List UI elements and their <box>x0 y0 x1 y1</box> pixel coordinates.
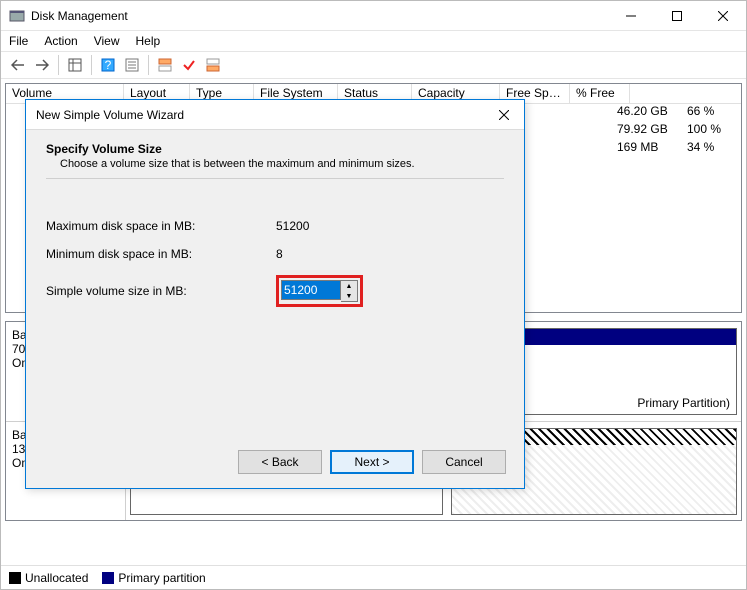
next-button[interactable]: Next > <box>330 450 414 474</box>
maximize-button[interactable] <box>654 1 700 31</box>
min-space-label: Minimum disk space in MB: <box>46 247 276 261</box>
minimize-button[interactable] <box>608 1 654 31</box>
spinner-down-button[interactable]: ▼ <box>341 291 357 301</box>
toolbar-separator <box>148 55 149 75</box>
forward-icon[interactable] <box>31 54 53 76</box>
dialog-subheading: Choose a volume size that is between the… <box>60 158 504 170</box>
cancel-button[interactable]: Cancel <box>422 450 506 474</box>
dialog-titlebar: New Simple Volume Wizard <box>26 100 524 130</box>
svg-text:?: ? <box>105 58 112 72</box>
toolbar: ? <box>1 51 746 79</box>
menu-view[interactable]: View <box>94 34 120 48</box>
list-bottom-icon[interactable] <box>202 54 224 76</box>
settings-icon[interactable] <box>121 54 143 76</box>
legend-label: Unallocated <box>25 571 88 585</box>
field-max-space: Maximum disk space in MB: 51200 <box>46 219 504 233</box>
field-min-space: Minimum disk space in MB: 8 <box>46 247 504 261</box>
legend-label: Primary partition <box>118 571 205 585</box>
dialog-heading: Specify Volume Size <box>46 142 504 156</box>
toolbar-separator <box>91 55 92 75</box>
layout-icon[interactable] <box>64 54 86 76</box>
min-space-value: 8 <box>276 247 283 261</box>
dialog-close-button[interactable] <box>484 100 524 130</box>
max-space-label: Maximum disk space in MB: <box>46 219 276 233</box>
menu-help[interactable]: Help <box>136 34 161 48</box>
cell-pctfree: 34 % <box>681 140 741 158</box>
col-pctfree[interactable]: % Free <box>570 84 630 103</box>
menu-file[interactable]: File <box>9 34 28 48</box>
partition-status: Primary Partition) <box>637 396 730 410</box>
back-button[interactable]: < Back <box>238 450 322 474</box>
close-button[interactable] <box>700 1 746 31</box>
volume-size-label: Simple volume size in MB: <box>46 284 276 298</box>
table-row[interactable]: 46.20 GB 66 % <box>611 104 741 122</box>
back-icon[interactable] <box>7 54 29 76</box>
window-title: Disk Management <box>31 9 128 23</box>
help-icon[interactable]: ? <box>97 54 119 76</box>
volume-size-highlight: ▲ ▼ <box>276 275 363 307</box>
swatch-unallocated-icon <box>9 572 21 584</box>
table-row[interactable]: 79.92 GB 100 % <box>611 122 741 140</box>
window-titlebar: Disk Management <box>1 1 746 31</box>
check-icon[interactable] <box>178 54 200 76</box>
volume-size-input[interactable] <box>281 280 341 300</box>
list-top-icon[interactable] <box>154 54 176 76</box>
table-row[interactable]: 169 MB 34 % <box>611 140 741 158</box>
max-space-value: 51200 <box>276 219 309 233</box>
dialog-divider <box>46 178 504 179</box>
toolbar-separator <box>58 55 59 75</box>
disk-management-icon <box>9 8 25 24</box>
new-simple-volume-wizard-dialog: New Simple Volume Wizard Specify Volume … <box>25 99 525 489</box>
legend-item-unallocated: Unallocated <box>9 571 88 585</box>
cell-freespace: 169 MB <box>611 140 681 158</box>
spinner-up-button[interactable]: ▲ <box>341 281 357 291</box>
legend-item-primary: Primary partition <box>102 571 205 585</box>
dialog-title: New Simple Volume Wizard <box>36 108 184 122</box>
swatch-primary-icon <box>102 572 114 584</box>
cell-pctfree: 66 % <box>681 104 741 122</box>
menu-action[interactable]: Action <box>44 34 77 48</box>
menu-bar: File Action View Help <box>1 31 746 51</box>
cell-freespace: 79.92 GB <box>611 122 681 140</box>
cell-freespace: 46.20 GB <box>611 104 681 122</box>
cell-pctfree: 100 % <box>681 122 741 140</box>
close-icon <box>499 110 509 120</box>
legend: Unallocated Primary partition <box>1 565 746 589</box>
field-volume-size: Simple volume size in MB: ▲ ▼ <box>46 275 504 307</box>
